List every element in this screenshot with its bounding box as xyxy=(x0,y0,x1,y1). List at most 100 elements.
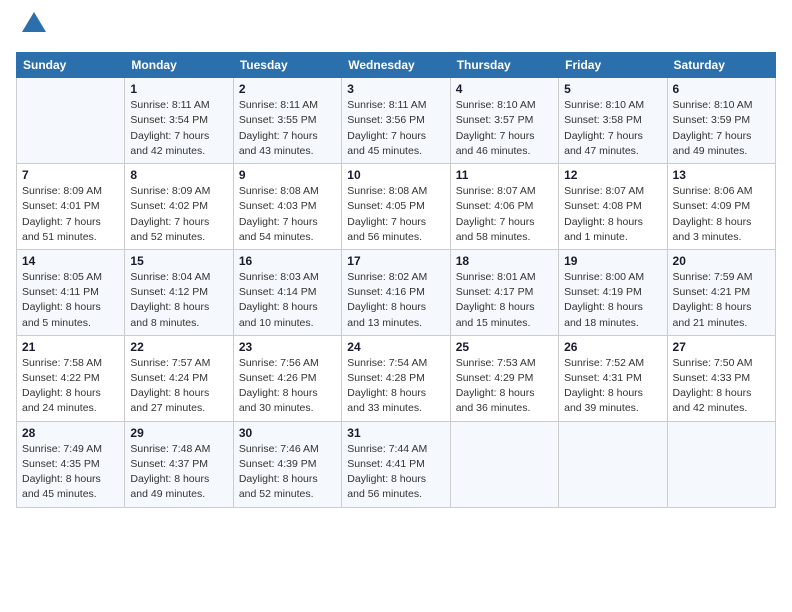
day-header-saturday: Saturday xyxy=(667,53,775,78)
calendar-cell: 10 Sunrise: 8:08 AM Sunset: 4:05 PM Dayli… xyxy=(342,164,450,250)
day-info: Sunrise: 8:08 AM Sunset: 4:03 PM Dayligh… xyxy=(239,184,336,245)
calendar-week-0: 1 Sunrise: 8:11 AM Sunset: 3:54 PM Daylig… xyxy=(17,78,776,164)
calendar-cell: 4 Sunrise: 8:10 AM Sunset: 3:57 PM Daylig… xyxy=(450,78,558,164)
day-info: Sunrise: 8:08 AM Sunset: 4:05 PM Dayligh… xyxy=(347,184,444,245)
day-number: 11 xyxy=(456,168,553,182)
day-info: Sunrise: 8:05 AM Sunset: 4:11 PM Dayligh… xyxy=(22,270,119,331)
day-number: 17 xyxy=(347,254,444,268)
day-header-thursday: Thursday xyxy=(450,53,558,78)
calendar-cell: 22 Sunrise: 7:57 AM Sunset: 4:24 PM Dayli… xyxy=(125,335,233,421)
calendar-cell: 15 Sunrise: 8:04 AM Sunset: 4:12 PM Dayli… xyxy=(125,249,233,335)
calendar-cell xyxy=(667,421,775,507)
day-number: 16 xyxy=(239,254,336,268)
page-header xyxy=(16,16,776,40)
calendar-week-1: 7 Sunrise: 8:09 AM Sunset: 4:01 PM Daylig… xyxy=(17,164,776,250)
day-number: 31 xyxy=(347,426,444,440)
day-info: Sunrise: 7:54 AM Sunset: 4:28 PM Dayligh… xyxy=(347,356,444,417)
calendar-cell: 20Sunrise: 7:59 AM Sunset: 4:21 PM Dayli… xyxy=(667,249,775,335)
calendar-cell: 18Sunrise: 8:01 AM Sunset: 4:17 PM Dayli… xyxy=(450,249,558,335)
day-number: 4 xyxy=(456,82,553,96)
day-info: Sunrise: 7:44 AM Sunset: 4:41 PM Dayligh… xyxy=(347,442,444,503)
day-info: Sunrise: 7:49 AM Sunset: 4:35 PM Dayligh… xyxy=(22,442,119,503)
day-info: Sunrise: 8:10 AM Sunset: 3:57 PM Dayligh… xyxy=(456,98,553,159)
calendar-cell: 12Sunrise: 8:07 AM Sunset: 4:08 PM Dayli… xyxy=(559,164,667,250)
day-number: 29 xyxy=(130,426,227,440)
calendar-cell: 1 Sunrise: 8:11 AM Sunset: 3:54 PM Daylig… xyxy=(125,78,233,164)
calendar-cell: 8 Sunrise: 8:09 AM Sunset: 4:02 PM Daylig… xyxy=(125,164,233,250)
calendar-cell: 25 Sunrise: 7:53 AM Sunset: 4:29 PM Dayli… xyxy=(450,335,558,421)
day-number: 13 xyxy=(673,168,770,182)
day-header-friday: Friday xyxy=(559,53,667,78)
day-info: Sunrise: 8:02 AM Sunset: 4:16 PM Dayligh… xyxy=(347,270,444,331)
day-number: 21 xyxy=(22,340,119,354)
calendar-cell: 27 Sunrise: 7:50 AM Sunset: 4:33 PM Dayli… xyxy=(667,335,775,421)
day-number: 15 xyxy=(130,254,227,268)
day-info: Sunrise: 8:11 AM Sunset: 3:56 PM Dayligh… xyxy=(347,98,444,159)
calendar-cell: 21 Sunrise: 7:58 AM Sunset: 4:22 PM Dayli… xyxy=(17,335,125,421)
day-info: Sunrise: 7:52 AM Sunset: 4:31 PM Dayligh… xyxy=(564,356,661,417)
calendar-cell: 2 Sunrise: 8:11 AM Sunset: 3:55 PM Daylig… xyxy=(233,78,341,164)
logo-icon xyxy=(20,10,48,38)
day-info: Sunrise: 8:07 AM Sunset: 4:06 PM Dayligh… xyxy=(456,184,553,245)
calendar-cell: 26 Sunrise: 7:52 AM Sunset: 4:31 PM Dayli… xyxy=(559,335,667,421)
day-info: Sunrise: 8:03 AM Sunset: 4:14 PM Dayligh… xyxy=(239,270,336,331)
day-info: Sunrise: 7:53 AM Sunset: 4:29 PM Dayligh… xyxy=(456,356,553,417)
day-header-monday: Monday xyxy=(125,53,233,78)
day-number: 27 xyxy=(673,340,770,354)
calendar-week-2: 14 Sunrise: 8:05 AM Sunset: 4:11 PM Dayli… xyxy=(17,249,776,335)
day-info: Sunrise: 8:04 AM Sunset: 4:12 PM Dayligh… xyxy=(130,270,227,331)
day-info: Sunrise: 7:58 AM Sunset: 4:22 PM Dayligh… xyxy=(22,356,119,417)
day-info: Sunrise: 7:57 AM Sunset: 4:24 PM Dayligh… xyxy=(130,356,227,417)
day-info: Sunrise: 7:46 AM Sunset: 4:39 PM Dayligh… xyxy=(239,442,336,503)
calendar-cell: 11 Sunrise: 8:07 AM Sunset: 4:06 PM Dayli… xyxy=(450,164,558,250)
day-info: Sunrise: 8:09 AM Sunset: 4:01 PM Dayligh… xyxy=(22,184,119,245)
day-info: Sunrise: 8:00 AM Sunset: 4:19 PM Dayligh… xyxy=(564,270,661,331)
day-number: 23 xyxy=(239,340,336,354)
day-number: 3 xyxy=(347,82,444,96)
day-info: Sunrise: 8:11 AM Sunset: 3:55 PM Dayligh… xyxy=(239,98,336,159)
day-number: 7 xyxy=(22,168,119,182)
calendar-cell xyxy=(450,421,558,507)
day-number: 22 xyxy=(130,340,227,354)
day-info: Sunrise: 8:11 AM Sunset: 3:54 PM Dayligh… xyxy=(130,98,227,159)
day-number: 24 xyxy=(347,340,444,354)
day-info: Sunrise: 8:07 AM Sunset: 4:08 PM Dayligh… xyxy=(564,184,661,245)
calendar-cell: 16 Sunrise: 8:03 AM Sunset: 4:14 PM Dayli… xyxy=(233,249,341,335)
calendar-cell xyxy=(559,421,667,507)
calendar-week-3: 21 Sunrise: 7:58 AM Sunset: 4:22 PM Dayli… xyxy=(17,335,776,421)
day-number: 8 xyxy=(130,168,227,182)
day-number: 1 xyxy=(130,82,227,96)
day-header-sunday: Sunday xyxy=(17,53,125,78)
day-number: 19 xyxy=(564,254,661,268)
calendar-cell: 5Sunrise: 8:10 AM Sunset: 3:58 PM Daylig… xyxy=(559,78,667,164)
calendar-cell: 29 Sunrise: 7:48 AM Sunset: 4:37 PM Dayli… xyxy=(125,421,233,507)
calendar-cell: 9Sunrise: 8:08 AM Sunset: 4:03 PM Daylig… xyxy=(233,164,341,250)
calendar-cell: 7 Sunrise: 8:09 AM Sunset: 4:01 PM Daylig… xyxy=(17,164,125,250)
calendar-cell: 17 Sunrise: 8:02 AM Sunset: 4:16 PM Dayli… xyxy=(342,249,450,335)
calendar-cell: 31 Sunrise: 7:44 AM Sunset: 4:41 PM Dayli… xyxy=(342,421,450,507)
day-number: 18 xyxy=(456,254,553,268)
day-number: 30 xyxy=(239,426,336,440)
day-number: 20 xyxy=(673,254,770,268)
calendar-cell: 13Sunrise: 8:06 AM Sunset: 4:09 PM Dayli… xyxy=(667,164,775,250)
calendar-cell: 30 Sunrise: 7:46 AM Sunset: 4:39 PM Dayli… xyxy=(233,421,341,507)
day-info: Sunrise: 7:48 AM Sunset: 4:37 PM Dayligh… xyxy=(130,442,227,503)
calendar-cell: 19 Sunrise: 8:00 AM Sunset: 4:19 PM Dayli… xyxy=(559,249,667,335)
calendar-cell: 3 Sunrise: 8:11 AM Sunset: 3:56 PM Daylig… xyxy=(342,78,450,164)
day-number: 6 xyxy=(673,82,770,96)
calendar-cell: 23 Sunrise: 7:56 AM Sunset: 4:26 PM Dayli… xyxy=(233,335,341,421)
day-number: 26 xyxy=(564,340,661,354)
day-number: 2 xyxy=(239,82,336,96)
calendar-week-4: 28 Sunrise: 7:49 AM Sunset: 4:35 PM Dayli… xyxy=(17,421,776,507)
day-number: 28 xyxy=(22,426,119,440)
day-info: Sunrise: 7:56 AM Sunset: 4:26 PM Dayligh… xyxy=(239,356,336,417)
day-info: Sunrise: 8:10 AM Sunset: 3:59 PM Dayligh… xyxy=(673,98,770,159)
day-number: 14 xyxy=(22,254,119,268)
calendar-table: SundayMondayTuesdayWednesdayThursdayFrid… xyxy=(16,52,776,507)
day-info: Sunrise: 8:09 AM Sunset: 4:02 PM Dayligh… xyxy=(130,184,227,245)
day-number: 5 xyxy=(564,82,661,96)
day-info: Sunrise: 7:50 AM Sunset: 4:33 PM Dayligh… xyxy=(673,356,770,417)
calendar-cell: 24 Sunrise: 7:54 AM Sunset: 4:28 PM Dayli… xyxy=(342,335,450,421)
day-number: 25 xyxy=(456,340,553,354)
day-number: 10 xyxy=(347,168,444,182)
